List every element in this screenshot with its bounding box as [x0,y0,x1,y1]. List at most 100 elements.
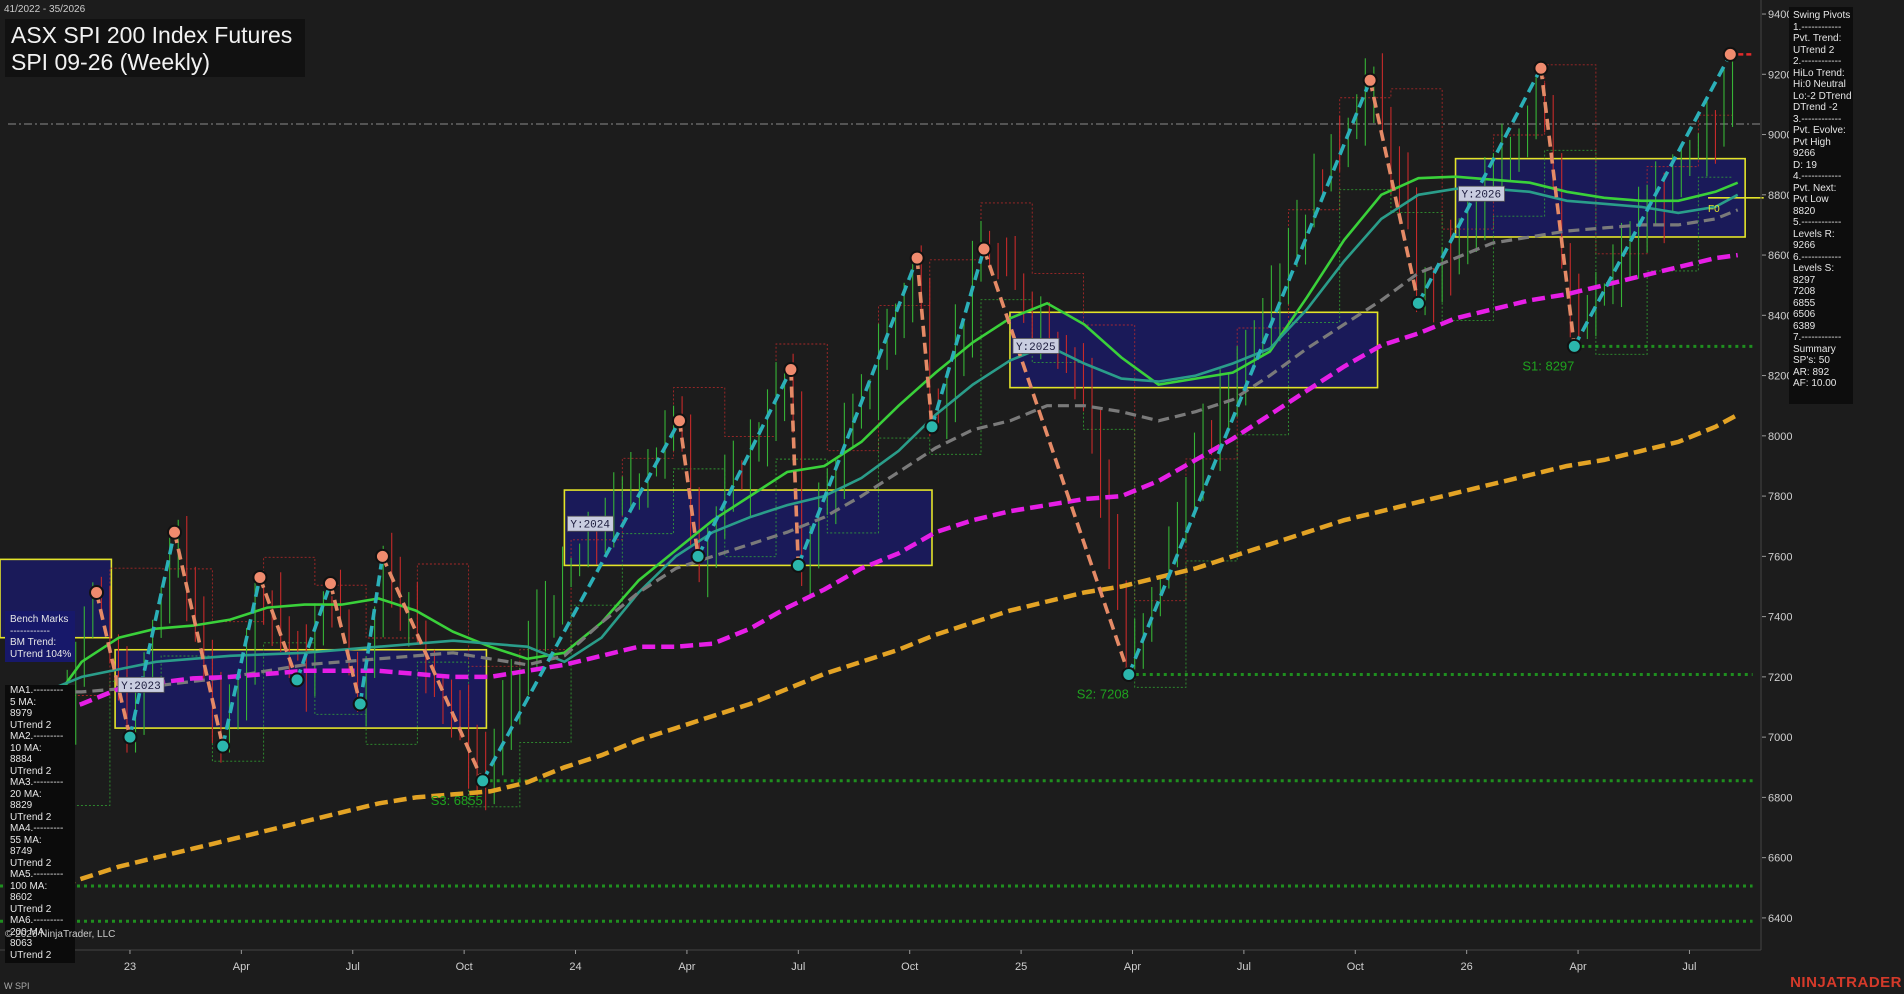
bench-marks-line: UTrend 2 [10,811,52,823]
swing-low-marker [924,419,940,435]
x-tick-label: Oct [1347,961,1364,973]
bench-marks-line: 8602 [10,892,33,903]
support-level-label: S1: 8297 [1522,358,1574,373]
bench-marks-panel: Bench Marks ------------ BM Trend: UTrend 1… [5,588,75,963]
x-tick-label: Oct [456,961,473,973]
swing-pivots-line: 2.------------ [1793,56,1842,67]
support-level-label: S3: 6855 [431,793,483,808]
bench-marks-line: MA6.--------- [10,915,64,926]
year-box-label: Y:2026 [1462,190,1502,202]
bench-marks-line: MA2.--------- [10,731,64,742]
y-tick-label: 7200 [1768,672,1792,684]
swing-low-marker [352,696,368,712]
x-tick-label: Apr [1569,961,1586,973]
ninjatrader-logo: NINJATRADER [1790,974,1902,991]
bench-marks-line: 55 MA: [10,834,42,846]
bench-marks-line: UTrend 2 [10,857,52,869]
x-tick-label: Jul [346,961,360,973]
x-tick-label: Oct [901,961,918,973]
swing-low-marker [1410,295,1426,311]
swing-pivots-line: Lo:-2 DTrend [1793,90,1852,102]
swing-low-marker [122,729,138,745]
bench-marks-line: MA1.--------- [10,685,64,696]
swing-pivots-line: 4.------------ [1793,171,1842,182]
swing-pivots-line: 8297 [1793,274,1816,286]
swing-pivots-line: Levels S: [1793,263,1835,274]
swing-pivots-panel: Swing Pivots 1.------------ Pvt. Trend: UTr… [1789,7,1853,404]
swing-pivots-line: AR: 892 [1793,366,1830,378]
bench-marks-line: 10 MA: [10,742,42,754]
date-range: 41/2022 - 35/2026 [4,4,86,15]
year-range-box [563,489,933,567]
swing-pivots-line: UTrend 2 [1793,44,1835,56]
bench-marks-line: UTrend 2 [10,719,52,731]
swing-high-marker [909,250,925,266]
swing-high-marker [783,362,799,378]
bench-marks-line: 8979 [10,708,33,719]
support-level-label: S2: 7208 [1077,686,1129,701]
bench-marks-line: 8749 [10,846,33,857]
bench-marks-line: 20 MA: [10,788,42,800]
swing-pivots-line: Pvt Low [1793,194,1829,205]
x-tick-label: Jul [791,961,805,973]
swing-pivots-line: 3.------------ [1793,113,1842,125]
bench-marks-line: UTrend 2 [10,949,52,961]
year-box-label: Y:2023 [121,681,161,693]
swing-pivots-line: 9266 [1793,148,1816,159]
symbol-label: W SPI [4,981,30,991]
instrument-title-box: ASX SPI 200 Index Futures SPI 09-26 (Wee… [5,19,305,77]
swing-pivots-line: Swing Pivots [1793,10,1851,21]
swing-high-marker [89,585,105,601]
bench-marks-line: MA3.--------- [10,777,64,788]
y-tick-label: 7000 [1768,732,1792,744]
y-tick-label: 6400 [1768,913,1792,925]
x-tick-label: Jul [1237,961,1251,973]
swing-pivots-line: SP's: 50 [1793,355,1830,366]
x-tick-label: Apr [1124,961,1141,973]
current-level-label: F0 [1708,204,1720,215]
swing-pivots-line: 6.------------ [1793,251,1842,263]
swing-pivots-line: 7208 [1793,286,1816,297]
year-range-boxes [0,0,1904,994]
swing-high-marker [322,575,338,591]
bench-marks-line: 5 MA: [10,696,37,708]
x-tick-label: 25 [1015,961,1027,973]
bench-marks-header: Bench Marks ------------ BM Trend: UTrend 1… [5,611,75,662]
bench-marks-line: MA4.--------- [10,823,64,834]
price-chart[interactable]: S1: 8297 S2: 7208 S3: 6855 F0 Y:2023 Y:2024 Y:… [0,0,1904,994]
swing-pivots-line: HiLo Trend: [1793,67,1845,79]
bench-marks-line: ------------ [10,625,50,637]
swing-pivots-line: 6855 [1793,297,1816,309]
swing-pivots-line: 9266 [1793,240,1816,251]
bench-marks-line: UTrend 2 [10,765,52,777]
swing-high-marker [252,569,268,585]
chart-background [0,0,1904,994]
bench-marks-line: UTrend 104% [10,648,72,660]
swing-pivots-line: 5.------------ [1793,217,1842,228]
bench-marks-line: 8884 [10,754,33,765]
swing-high-marker [374,548,390,564]
copyright: © 2026 NinjaTrader, LLC [5,929,116,940]
swing-high-marker [671,413,687,429]
swing-pivots-line: 8820 [1793,205,1816,217]
swing-low-marker [690,548,706,564]
swing-low-marker [1121,666,1137,682]
swing-pivots-line: DTrend -2 [1793,102,1838,113]
y-tick-label: 7800 [1768,491,1792,503]
swing-pivots-line: AF: 10.00 [1793,378,1837,389]
swing-high-marker [167,524,183,540]
swing-pivots-line: 6506 [1793,309,1816,320]
swing-pivots-line: Pvt. Evolve: [1793,125,1846,136]
bench-marks-line: 100 MA: [10,880,48,892]
bench-marks-line: MA5.--------- [10,869,64,880]
swing-pivots-line: Levels R: [1793,228,1835,240]
y-tick-label: 6800 [1768,792,1792,804]
x-tick-label: 24 [569,961,581,973]
swing-low-marker [790,557,806,573]
y-tick-label: 6600 [1768,853,1792,865]
instrument-subtitle: SPI 09-26 (Weekly) [11,49,210,75]
y-tick-label: 7600 [1768,551,1792,563]
swing-pivots-line: Hi:0 Neutral [1793,79,1846,90]
swing-low-marker [475,773,491,789]
x-tick-label: 26 [1461,961,1473,973]
